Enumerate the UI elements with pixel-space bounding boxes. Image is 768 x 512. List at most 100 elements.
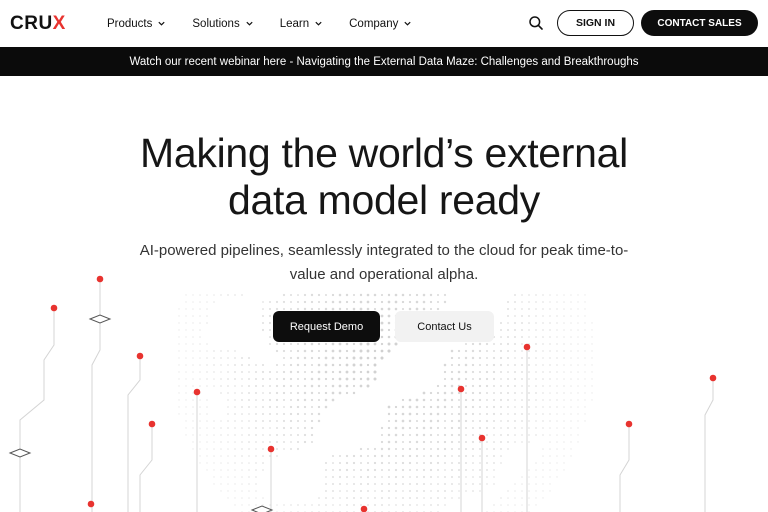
globe-dot — [352, 454, 356, 458]
globe-dot — [478, 426, 482, 430]
globe-dot — [450, 377, 454, 381]
webinar-banner-link[interactable]: Watch our recent webinar here - Navigati… — [0, 47, 768, 76]
globe-dot — [234, 483, 236, 485]
globe-dot — [429, 405, 433, 409]
globe-dot — [282, 342, 286, 346]
globe-dot — [514, 322, 516, 324]
globe-dot — [206, 301, 208, 303]
globe-dot — [275, 384, 279, 388]
globe-dot — [556, 469, 558, 471]
globe-dot — [220, 350, 222, 352]
globe-dot — [269, 301, 271, 303]
nav-learn[interactable]: Learn — [280, 18, 323, 30]
globe-dot — [464, 419, 468, 423]
globe-dot — [584, 350, 586, 352]
globe-dot — [234, 469, 236, 471]
globe-dot — [499, 363, 503, 367]
globe-dot — [479, 469, 481, 471]
globe-dot — [185, 420, 187, 422]
globe-dot — [521, 308, 523, 310]
globe-dot — [570, 329, 572, 331]
globe-dot — [563, 329, 565, 331]
globe-dot — [443, 384, 447, 388]
globe-dot — [591, 336, 593, 338]
globe-dot — [185, 364, 187, 366]
globe-dot — [324, 363, 328, 367]
globe-dot — [492, 412, 496, 416]
globe-dot — [471, 412, 475, 416]
search-icon[interactable] — [528, 15, 544, 31]
globe-dot — [563, 322, 565, 324]
globe-dot — [185, 322, 187, 324]
globe-dot — [457, 461, 461, 465]
globe-dot — [542, 448, 544, 450]
globe-dot — [549, 441, 551, 443]
globe-dot — [437, 476, 439, 478]
globe-dot — [275, 440, 279, 444]
contact-sales-button[interactable]: CONTACT SALES — [641, 10, 758, 36]
globe-dot — [443, 293, 447, 297]
globe-dot — [380, 300, 384, 304]
globe-dot — [220, 441, 222, 443]
globe-dot — [514, 490, 516, 492]
nav-solutions[interactable]: Solutions — [192, 18, 253, 30]
globe-dot — [255, 371, 257, 373]
globe-dot — [408, 426, 412, 430]
globe-dot — [549, 385, 551, 387]
globe-dot — [269, 427, 271, 429]
globe-dot — [443, 433, 447, 437]
globe-dot — [542, 350, 544, 352]
globe-dot — [199, 308, 201, 310]
globe-dot — [248, 364, 250, 366]
globe-dot — [492, 405, 496, 409]
globe-dot — [283, 441, 285, 443]
globe-dot — [206, 322, 208, 324]
globe-dot — [234, 294, 236, 296]
globe-dot — [478, 391, 482, 395]
globe-dot — [563, 385, 565, 387]
globe-dot — [521, 399, 523, 401]
globe-dot — [338, 370, 342, 374]
globe-dot — [464, 426, 468, 430]
globe-dot — [514, 420, 516, 422]
globe-dot — [450, 412, 454, 416]
globe-dot — [317, 398, 321, 402]
globe-dot — [479, 462, 481, 464]
globe-dot — [268, 405, 272, 409]
globe-dot — [423, 504, 425, 506]
globe-dot — [457, 468, 461, 472]
globe-dot — [464, 391, 468, 395]
globe-dot — [331, 370, 335, 374]
nav-company[interactable]: Company — [349, 18, 412, 30]
globe-dot — [373, 377, 377, 381]
globe-dot — [535, 490, 537, 492]
globe-dot — [331, 482, 335, 486]
globe-dot — [359, 300, 363, 304]
globe-dot — [269, 385, 271, 387]
globe-dot — [185, 434, 187, 436]
globe-dot — [437, 497, 439, 499]
globe-dot — [192, 420, 194, 422]
crux-logo[interactable]: CRU X — [10, 13, 66, 35]
nav-products[interactable]: Products — [107, 18, 166, 30]
request-demo-button[interactable]: Request Demo — [273, 311, 380, 342]
globe-dot — [289, 293, 293, 297]
contact-us-button[interactable]: Contact Us — [395, 311, 494, 342]
globe-dot — [192, 301, 194, 303]
globe-dot — [374, 504, 376, 506]
globe-dot — [262, 315, 264, 317]
globe-dot — [556, 413, 558, 415]
globe-dot — [346, 504, 348, 506]
globe-dot — [465, 476, 467, 478]
globe-dot — [269, 441, 271, 443]
globe-dot — [450, 391, 454, 395]
globe-dot — [241, 441, 243, 443]
globe-dot — [479, 413, 481, 415]
sign-in-button[interactable]: SIGN IN — [557, 10, 634, 36]
globe-dot — [394, 447, 398, 451]
globe-dot — [276, 420, 278, 422]
globe-dot — [584, 301, 586, 303]
globe-dot — [500, 329, 502, 331]
globe-dot — [570, 413, 572, 415]
globe-dot — [514, 399, 516, 401]
